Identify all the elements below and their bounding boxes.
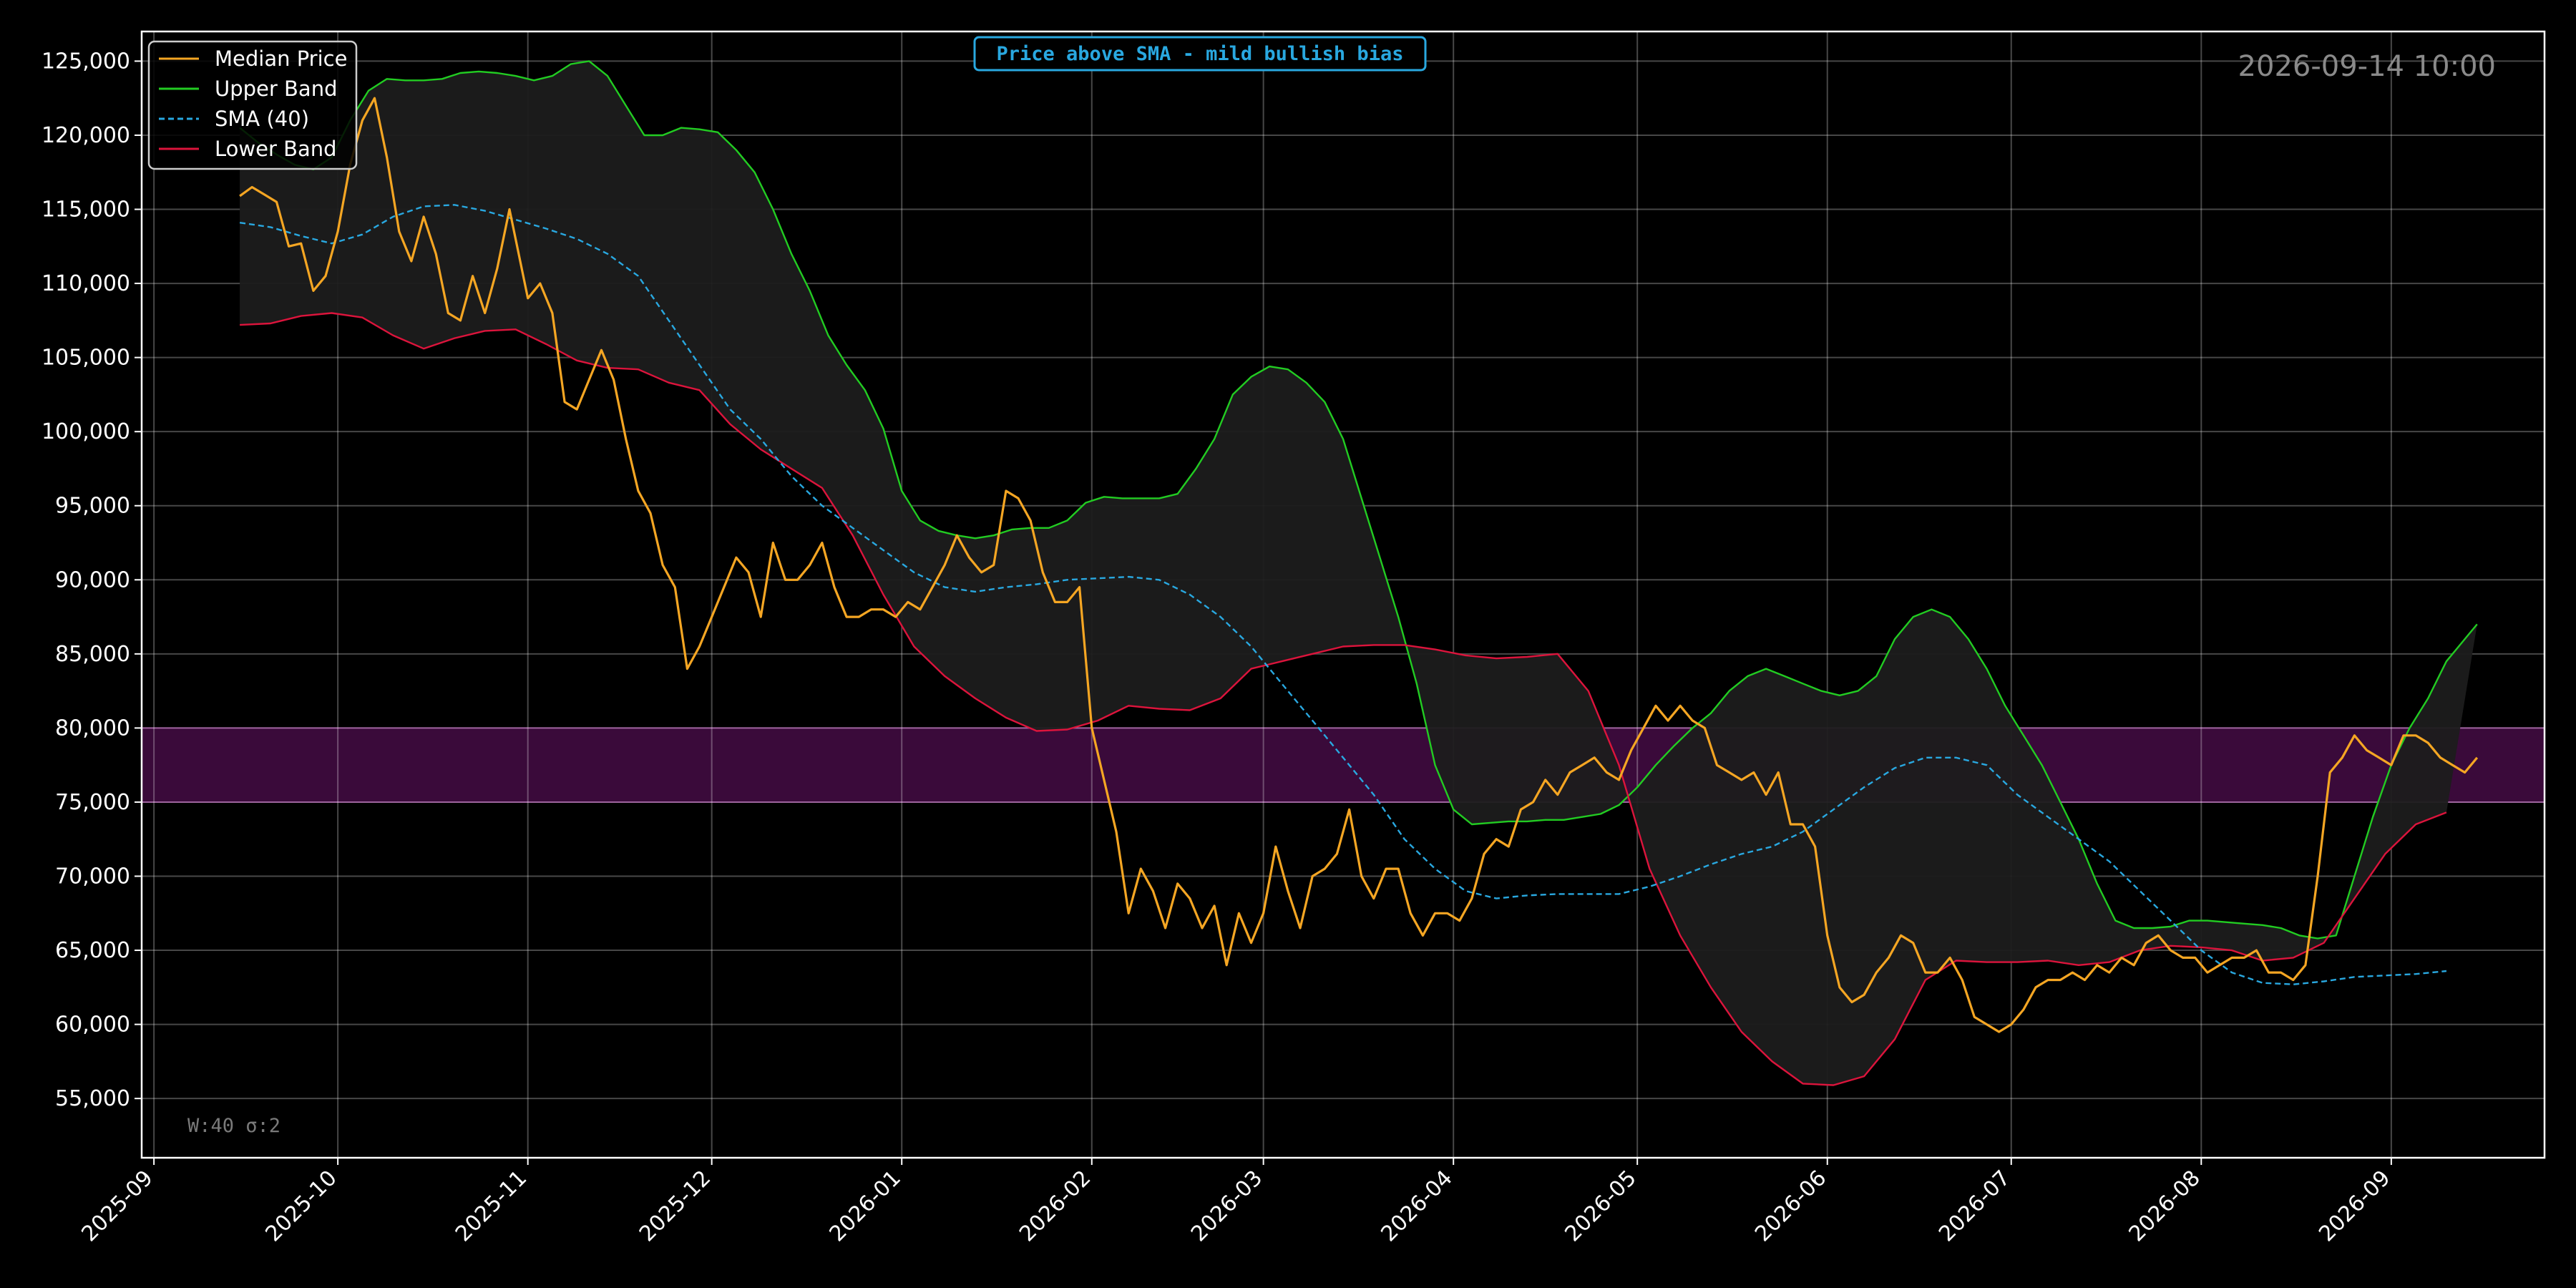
legend: Median Price Upper Band SMA (40) Lower Band: [147, 40, 358, 170]
legend-label: SMA (40): [215, 107, 309, 131]
annotation-box: Price above SMA - mild bullish bias: [973, 36, 1427, 72]
y-tick-label: 125,000: [42, 49, 130, 74]
y-tick-label: 55,000: [55, 1086, 130, 1111]
y-tick-label: 100,000: [42, 419, 130, 444]
timestamp-label: 2026-09-14 10:00: [2238, 50, 2496, 83]
y-tick-label: 65,000: [55, 938, 130, 963]
y-tick-label: 90,000: [55, 567, 130, 592]
y-tick-label: 60,000: [55, 1013, 130, 1038]
y-tick-label: 70,000: [55, 864, 130, 889]
legend-label: Median Price: [215, 47, 347, 71]
y-tick-label: 80,000: [55, 716, 130, 741]
params-label: W:40 σ:2: [187, 1115, 280, 1137]
legend-label: Lower Band: [215, 137, 337, 161]
y-tick-label: 105,000: [42, 346, 130, 371]
y-tick-label: 120,000: [42, 123, 130, 148]
highlight-zone: [142, 727, 2545, 803]
legend-label: Upper Band: [215, 77, 337, 101]
y-tick-label: 115,000: [42, 197, 130, 223]
y-tick-label: 85,000: [55, 642, 130, 667]
bollinger-chart: 55,000 60,000 65,000 70,000 75,000 80,000 85,0…: [0, 0, 2576, 1288]
annotation-text: Price above SMA - mild bullish bias: [997, 43, 1404, 65]
y-tick-label: 95,000: [55, 494, 130, 519]
y-tick-label: 110,000: [42, 271, 130, 296]
y-tick-label: 75,000: [55, 790, 130, 815]
